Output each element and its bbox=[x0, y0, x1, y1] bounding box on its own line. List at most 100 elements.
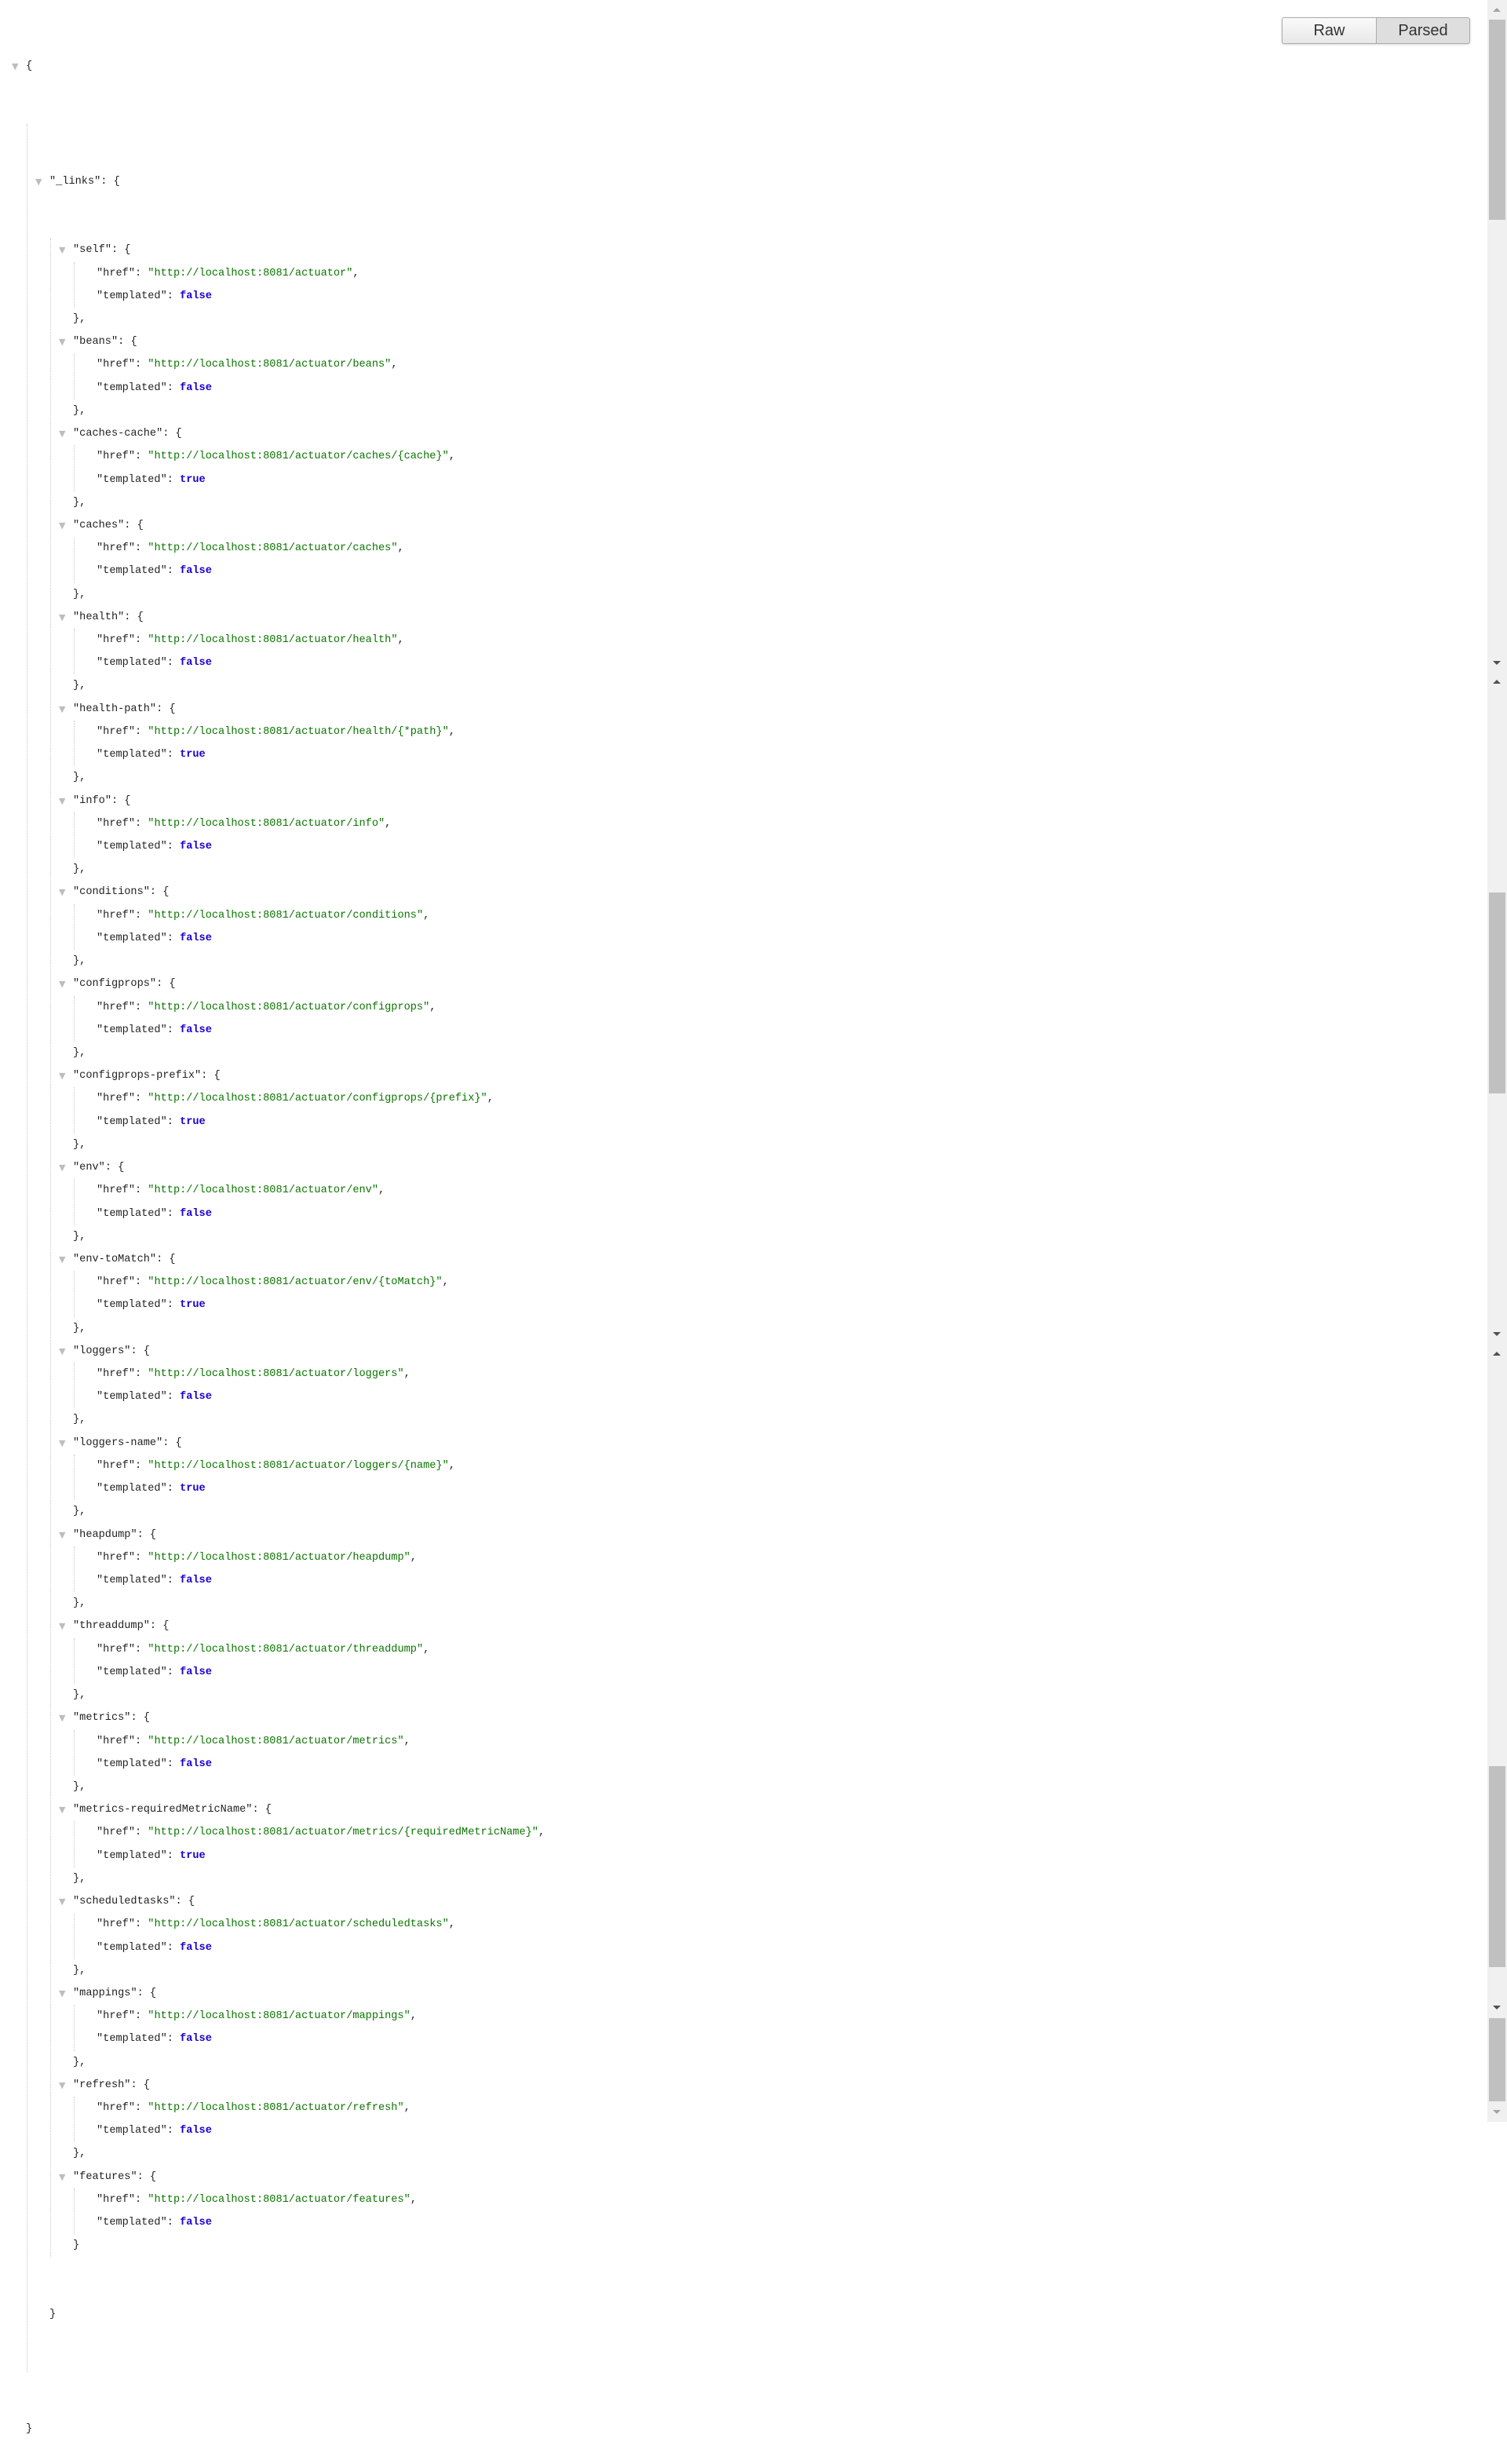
collapse-toggle-icon[interactable]: ▼ bbox=[59, 1890, 65, 1913]
entry-children: "href": "http://localhost:8081/actuator/… bbox=[74, 1637, 545, 1685]
link-entry-mappings: ▼ "mappings": {"href": "http://localhost:… bbox=[59, 1982, 545, 2074]
scrollbar-thumb[interactable] bbox=[1489, 893, 1505, 1093]
collapse-toggle-icon[interactable]: ▼ bbox=[59, 1798, 65, 1821]
collapse-toggle-icon[interactable]: ▼ bbox=[35, 170, 42, 193]
collapse-toggle-icon[interactable]: ▼ bbox=[59, 1156, 65, 1179]
scroll-up-arrow-icon[interactable] bbox=[1493, 8, 1501, 12]
collapse-toggle-icon[interactable]: ▼ bbox=[59, 1064, 65, 1087]
scroll-down-arrow-icon[interactable] bbox=[1493, 2110, 1501, 2114]
entry-close-line: }, bbox=[73, 2148, 86, 2160]
entry-close-line: }, bbox=[73, 1322, 86, 1334]
parsed-button[interactable]: Parsed bbox=[1376, 17, 1470, 44]
href-value: "http://localhost:8081/actuator/refresh" bbox=[148, 2102, 404, 2115]
scrollbar-thumb[interactable] bbox=[1489, 20, 1505, 220]
entry-key: conditions bbox=[79, 886, 144, 899]
collapse-toggle-icon[interactable]: ▼ bbox=[12, 55, 18, 78]
href-line: "href": "http://localhost:8081/actuator/… bbox=[97, 1001, 436, 1013]
href-line: "href": "http://localhost:8081/actuator"… bbox=[97, 267, 359, 279]
entry-open-line: ▼ "caches": { bbox=[59, 514, 545, 537]
entry-close-line: }, bbox=[73, 1689, 86, 1702]
scrollbar-thumb[interactable] bbox=[1489, 2018, 1505, 2101]
collapse-toggle-icon[interactable]: ▼ bbox=[59, 881, 65, 903]
scroll-down-arrow-icon[interactable] bbox=[1493, 661, 1501, 665]
entry-open-line: ▼ "configprops-prefix": { bbox=[59, 1064, 545, 1087]
collapse-toggle-icon[interactable]: ▼ bbox=[59, 1248, 65, 1271]
collapse-toggle-icon[interactable]: ▼ bbox=[59, 514, 65, 537]
collapse-toggle-icon[interactable]: ▼ bbox=[59, 790, 65, 812]
scroll-up-arrow-icon[interactable] bbox=[1493, 1352, 1501, 1356]
entry-key: metrics-requiredMetricName bbox=[79, 1804, 246, 1816]
link-entry-features: ▼ "features": {"href": "http://localhost:… bbox=[59, 2166, 545, 2258]
entry-open-line: ▼ "configprops": { bbox=[59, 973, 545, 995]
href-key: href bbox=[103, 1185, 129, 1197]
href-url: http://localhost:8081/actuator/scheduled… bbox=[154, 1918, 443, 1931]
collapse-toggle-icon[interactable]: ▼ bbox=[59, 606, 65, 629]
entry-children: "href": "http://localhost:8081/actuator/… bbox=[74, 1729, 545, 1776]
templated-line: "templated": false bbox=[97, 2125, 212, 2137]
href-key: href bbox=[103, 1643, 129, 1655]
templated-line: "templated": false bbox=[97, 290, 212, 302]
entry-close-line: }, bbox=[73, 588, 86, 600]
collapse-toggle-icon[interactable]: ▼ bbox=[59, 422, 65, 445]
collapse-toggle-icon[interactable]: ▼ bbox=[59, 1340, 65, 1363]
scroll-down-arrow-icon[interactable] bbox=[1493, 1332, 1501, 1336]
collapse-toggle-icon[interactable]: ▼ bbox=[59, 1707, 65, 1729]
collapse-toggle-icon[interactable]: ▼ bbox=[59, 2166, 65, 2188]
entry-key: refresh bbox=[79, 2079, 125, 2091]
collapse-toggle-icon[interactable]: ▼ bbox=[59, 2074, 65, 2097]
collapse-toggle-icon[interactable]: ▼ bbox=[59, 1615, 65, 1637]
templated-value: false bbox=[180, 1024, 212, 1036]
entry-children: "href": "http://localhost:8081/actuator/… bbox=[74, 1821, 545, 1867]
templated-value: false bbox=[180, 932, 212, 944]
entry-key: loggers bbox=[79, 1345, 125, 1357]
href-line: "href": "http://localhost:8081/actuator/… bbox=[97, 2102, 411, 2115]
collapse-toggle-icon[interactable]: ▼ bbox=[59, 1524, 65, 1546]
entry-key: mappings bbox=[79, 1987, 131, 1999]
collapse-toggle-icon[interactable]: ▼ bbox=[59, 330, 65, 353]
entry-close-line: }, bbox=[73, 404, 86, 417]
entry-key: heapdump bbox=[79, 1528, 131, 1541]
href-value: "http://localhost:8081/actuator" bbox=[148, 267, 353, 279]
templated-key: templated bbox=[103, 2033, 161, 2046]
collapse-toggle-icon[interactable]: ▼ bbox=[59, 698, 65, 721]
entry-close-line: } bbox=[73, 2240, 80, 2252]
entry-open-line: ▼ "env": { bbox=[59, 1156, 545, 1179]
raw-button[interactable]: Raw bbox=[1282, 17, 1376, 44]
vertical-scrollbar[interactable] bbox=[1487, 0, 1507, 2122]
entry-children: "href": "http://localhost:8081/actuator/… bbox=[74, 353, 545, 400]
entry-open-line: ▼ "features": { bbox=[59, 2166, 545, 2188]
scroll-down-arrow-icon[interactable] bbox=[1493, 2006, 1501, 2010]
href-url: http://localhost:8081/actuator/health/{*… bbox=[154, 725, 443, 738]
href-url: http://localhost:8081/actuator bbox=[154, 267, 347, 279]
entry-key: configprops-prefix bbox=[79, 1070, 195, 1082]
entry-open-line: ▼ "caches-cache": { bbox=[59, 422, 545, 445]
link-entry-self: ▼ "self": { "href": "http://localhost:8081… bbox=[59, 239, 545, 330]
links-open-line: ▼ "_links": { bbox=[35, 170, 545, 193]
entry-open-line: ▼ "threaddump": { bbox=[59, 1615, 545, 1637]
entry-close-line: }, bbox=[73, 1872, 86, 1885]
href-url: http://localhost:8081/actuator/metrics/{… bbox=[154, 1827, 532, 1839]
href-line: "href": "http://localhost:8081/actuator/… bbox=[97, 1185, 385, 1197]
entry-open-line: ▼ "health": { bbox=[59, 606, 545, 629]
entry-close-line: }, bbox=[73, 1506, 86, 1518]
view-mode-toggle: Raw Parsed bbox=[1282, 17, 1470, 44]
entry-children: "href": "http://localhost:8081/actuator/… bbox=[74, 1363, 545, 1409]
href-value: "http://localhost:8081/actuator/schedule… bbox=[148, 1918, 449, 1931]
collapse-toggle-icon[interactable]: ▼ bbox=[59, 1982, 65, 2005]
href-line: "href": "http://localhost:8081/actuator/… bbox=[97, 1735, 411, 1747]
links-children: ▼ "self": { "href": "http://localhost:8081… bbox=[50, 239, 545, 2258]
entry-open-line: ▼ "metrics": { bbox=[59, 1707, 545, 1729]
scroll-up-arrow-icon[interactable] bbox=[1493, 680, 1501, 684]
entry-open-line: ▼ "metrics-requiredMetricName": { bbox=[59, 1798, 545, 1821]
templated-key: templated bbox=[103, 565, 161, 578]
collapse-toggle-icon[interactable]: ▼ bbox=[59, 239, 65, 261]
entry-close-line: }, bbox=[73, 1230, 86, 1243]
href-url: http://localhost:8081/actuator/info bbox=[154, 817, 378, 830]
entry-close-line: }, bbox=[73, 2056, 86, 2068]
collapse-toggle-icon[interactable]: ▼ bbox=[59, 1432, 65, 1455]
entry-open-line: ▼ "self": { bbox=[59, 239, 545, 261]
href-line: "href": "http://localhost:8081/actuator/… bbox=[97, 1918, 455, 1931]
scrollbar-thumb[interactable] bbox=[1489, 1766, 1505, 1967]
collapse-toggle-icon[interactable]: ▼ bbox=[59, 973, 65, 995]
href-value: "http://localhost:8081/actuator/conditio… bbox=[148, 909, 424, 922]
